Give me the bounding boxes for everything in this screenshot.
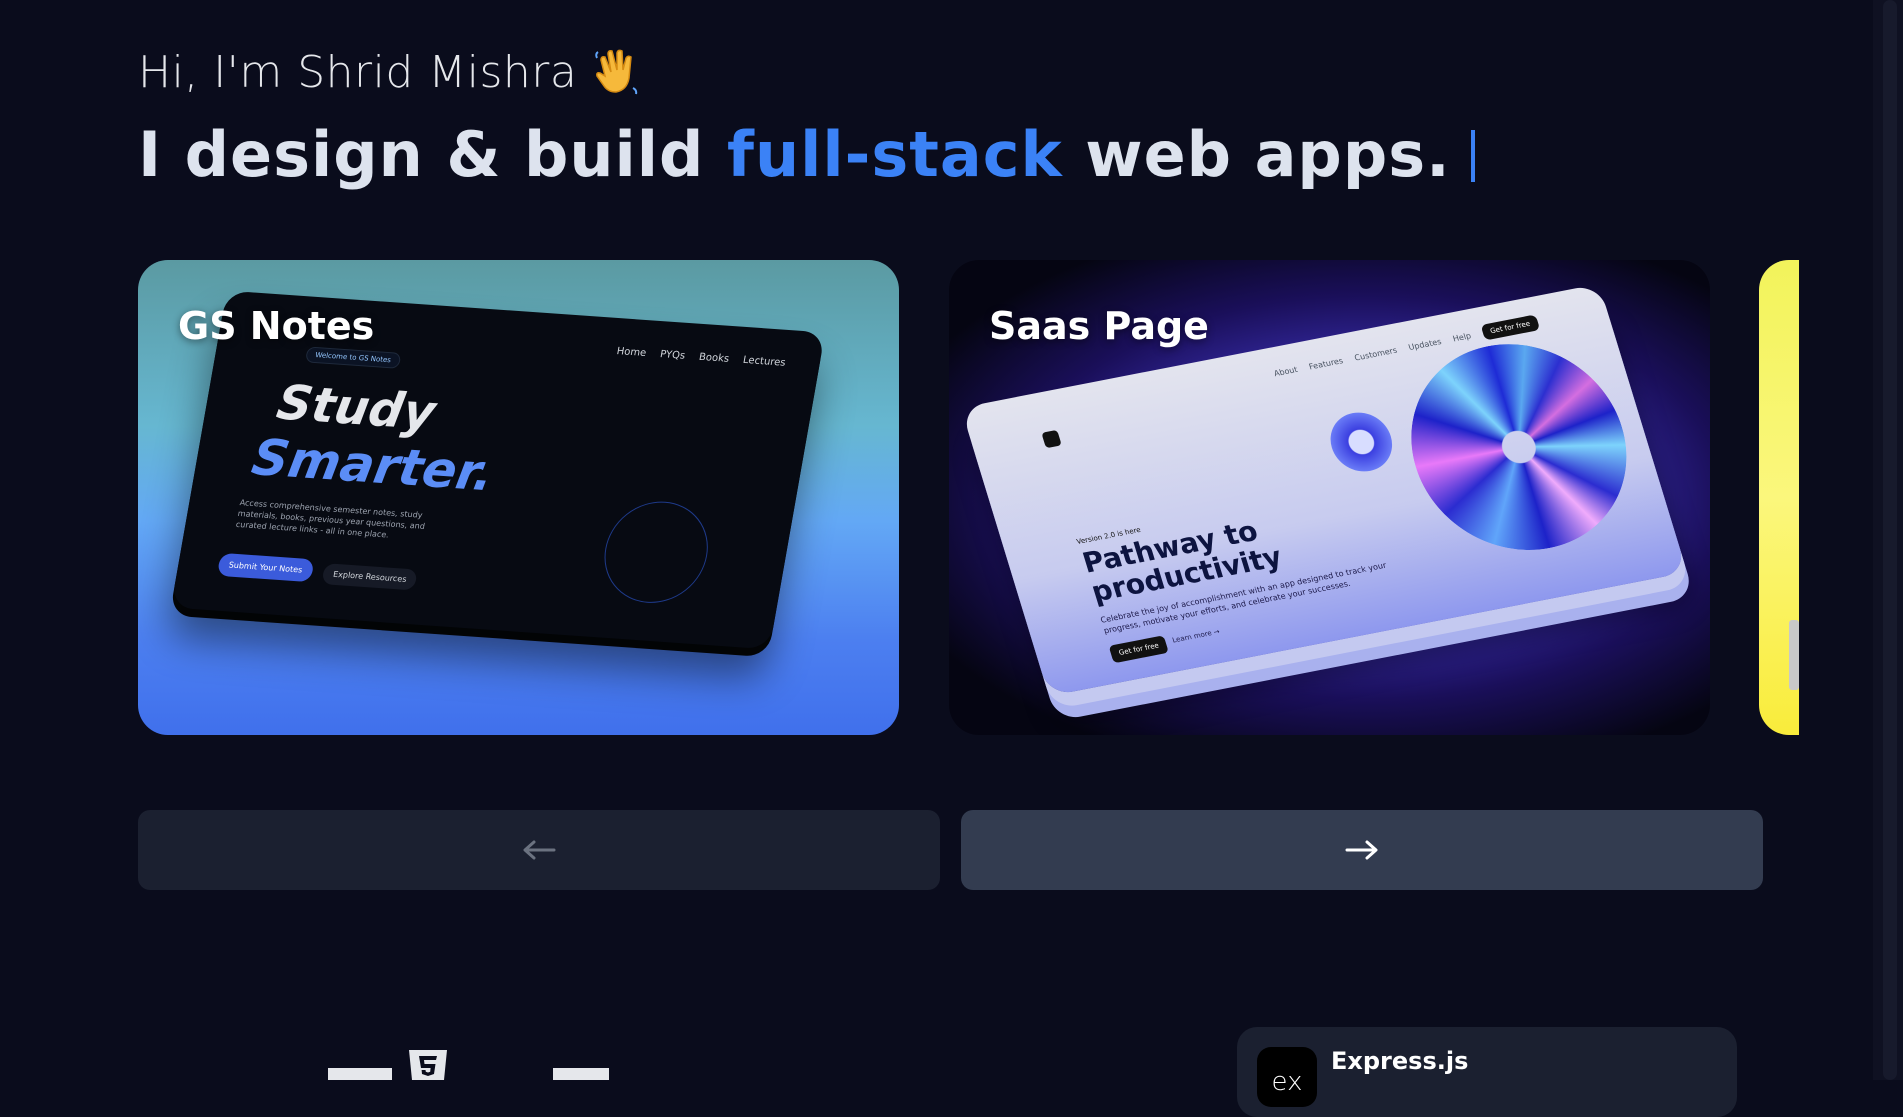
preview-primary-button: Submit Your Notes	[216, 552, 315, 583]
headline-accent: full-stack	[727, 118, 1063, 191]
html5-icon	[409, 1050, 447, 1080]
preview-secondary-button: Explore Resources	[321, 563, 419, 591]
preview-nav-button: Get for free	[1480, 314, 1541, 341]
scrollbar-thumb[interactable]	[1883, 0, 1897, 1080]
project-preview-edge	[1789, 620, 1799, 690]
greeting-text: Hi, I'm Shrid Mishra	[138, 46, 578, 98]
preview-orbit-graphic	[596, 498, 716, 607]
preview-primary-button: Get for free	[1108, 635, 1170, 664]
preview-nav-item: Help	[1451, 330, 1473, 343]
express-logo-icon: ex	[1257, 1047, 1317, 1107]
preview-burst-graphic	[1384, 326, 1653, 569]
preview-nav: Home PYQs Books Lectures	[616, 346, 787, 369]
preview-cylinder-graphic	[1323, 407, 1400, 477]
arrow-left-icon	[523, 840, 556, 860]
waving-hand-icon	[595, 49, 638, 95]
preview-nav-item: Features	[1307, 355, 1345, 371]
preview-nav-item: PYQs	[659, 349, 686, 362]
project-card-partial[interactable]	[1759, 260, 1799, 735]
hero-greeting: Hi, I'm Shrid Mishra	[138, 46, 643, 98]
preview-nav-item: Lectures	[742, 354, 787, 369]
tech-icon-partial	[328, 1068, 392, 1080]
headline-text-end: web apps.	[1062, 118, 1451, 191]
preview-nav-item: Books	[698, 351, 730, 365]
arrow-right-icon	[1345, 840, 1378, 860]
hero-headline: I design & build full-stack web apps.	[138, 118, 1475, 191]
carousel-prev-button[interactable]	[138, 810, 940, 890]
preview-description: Access comprehensive semester notes, stu…	[235, 498, 426, 540]
preview-badge: Welcome to GS Notes	[304, 346, 402, 369]
preview-nav-item: About	[1272, 364, 1299, 378]
project-title: GS Notes	[178, 304, 375, 348]
carousel-next-button[interactable]	[961, 810, 1763, 890]
project-title: Saas Page	[989, 304, 1209, 348]
preview-logo-icon	[1041, 429, 1062, 449]
page-scrollbar[interactable]	[1873, 0, 1903, 1080]
preview-nav-item: Updates	[1407, 336, 1443, 352]
preview-secondary-link: Learn more →	[1171, 627, 1221, 645]
preview-nav-item: Home	[615, 346, 648, 359]
headline-text-start: I design & build	[138, 118, 727, 191]
typing-cursor	[1470, 130, 1475, 182]
project-card-saas-page[interactable]: Saas Page About Features Customers Updat…	[949, 260, 1710, 735]
preview-heading-2: Smarter.	[247, 428, 499, 503]
project-card-gs-notes[interactable]: GS Notes Home PYQs Books Lectures Welcom…	[138, 260, 899, 735]
tech-card-express: ex Express.js	[1237, 1027, 1737, 1117]
tech-icon-partial	[553, 1068, 609, 1080]
tech-name: Express.js	[1331, 1047, 1469, 1075]
preview-nav-item: Customers	[1353, 345, 1399, 363]
